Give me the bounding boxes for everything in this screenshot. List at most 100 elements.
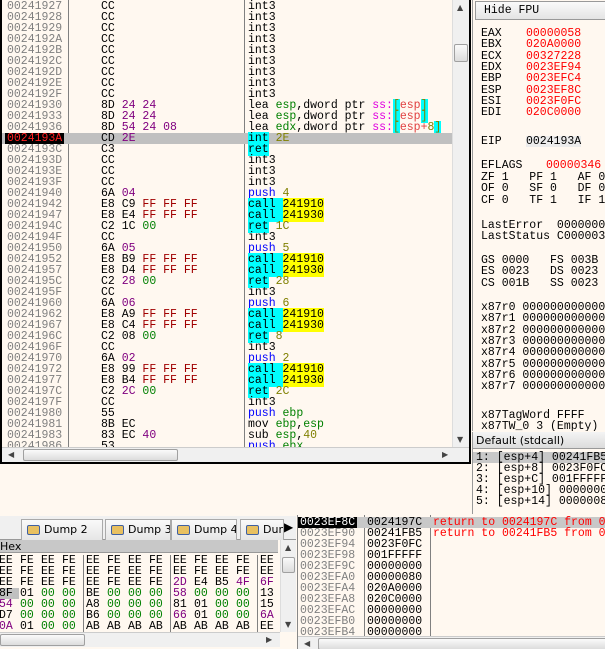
disasm-row[interactable]: 00241972 E8 99 FF FF FF call 241910 bbox=[2, 363, 453, 376]
hex-byte[interactable]: AB bbox=[86, 621, 106, 633]
disasm-row[interactable]: 0024194C C2 1C 00 ret 1C bbox=[2, 220, 453, 233]
register-name: EDI bbox=[481, 106, 502, 120]
register-value[interactable]: 0023EF8C bbox=[526, 84, 581, 96]
disasm-row[interactable]: 0024193C C3 ret bbox=[2, 143, 453, 156]
hex-byte[interactable]: AB bbox=[149, 621, 169, 633]
scroll-thumb[interactable] bbox=[23, 449, 178, 461]
disasm-vertical-scrollbar[interactable]: ▲ ▼ bbox=[452, 0, 469, 447]
group-divider bbox=[170, 621, 171, 632]
flags-line[interactable]: OF 0 SF 0 DF 0 bbox=[481, 183, 605, 195]
dump-vertical-scrollbar[interactable]: ▲ ▼ bbox=[280, 540, 296, 632]
scroll-up-icon[interactable]: ▲ bbox=[457, 3, 463, 12]
disasm-row[interactable]: 00241947 E8 E4 FF FF FF call 241930 bbox=[2, 209, 453, 222]
disasm-row[interactable]: 0024196F CC int3 bbox=[2, 342, 453, 354]
disassembly-view[interactable]: 00241927 CC int3 00241928 CC int3 00241929 CC in… bbox=[0, 0, 471, 464]
hex-byte[interactable]: AB bbox=[107, 621, 127, 633]
stack-horizontal-scrollbar[interactable]: ◀ bbox=[298, 636, 605, 649]
hex-byte[interactable]: 01 bbox=[20, 621, 40, 633]
scroll-left-icon[interactable]: ◀ bbox=[304, 639, 310, 648]
scroll-down-icon[interactable]: ▼ bbox=[457, 435, 463, 444]
tab-label: Dump 2 bbox=[44, 523, 88, 536]
disasm-row[interactable]: 00241960 6A 06 push 6 bbox=[2, 298, 453, 310]
hex-byte[interactable]: AB bbox=[215, 621, 235, 633]
disasm-row[interactable]: 0024192E CC int3 bbox=[2, 78, 453, 90]
hex-dump-view[interactable]: Hex EEFEEEFEEEFEEEFEEEFEEEFEEEFEEEFEEEFE… bbox=[0, 540, 296, 649]
hex-byte[interactable]: EE bbox=[260, 621, 280, 633]
disasm-row[interactable]: 0024193D CC int3 bbox=[2, 155, 453, 167]
stack-comment: return to 00241FB5 from 0024197C bbox=[433, 527, 605, 540]
group-divider bbox=[257, 566, 258, 577]
register-value[interactable]: 00327228 bbox=[526, 50, 581, 62]
disasm-row[interactable]: 00241967 E8 C4 FF FF FF call 241930 bbox=[2, 319, 453, 332]
disasm-horizontal-scrollbar[interactable]: ◀ ▶ bbox=[2, 447, 469, 462]
disasm-row[interactable]: 0024192D CC int3 bbox=[2, 67, 453, 79]
register-value[interactable]: 00000346 bbox=[546, 160, 601, 172]
disasm-row[interactable]: 0024192C CC int3 bbox=[2, 56, 453, 68]
disasm-row[interactable]: 00241962 E8 A9 FF FF FF call 241910 bbox=[2, 308, 453, 321]
hex-byte[interactable]: AB bbox=[173, 621, 193, 633]
register-name: EIP bbox=[481, 135, 502, 148]
disasm-row[interactable]: 00241957 E8 D4 FF FF FF call 241930 bbox=[2, 264, 453, 277]
scroll-left-icon[interactable]: ◀ bbox=[8, 450, 14, 459]
disasm-row[interactable]: 0024192B CC int3 bbox=[2, 45, 453, 57]
tab-dump-2[interactable]: Dump 2 bbox=[21, 519, 103, 540]
disasm-row[interactable]: 00241981 8B EC mov ebp,esp bbox=[2, 419, 453, 431]
scroll-down-icon[interactable]: ▼ bbox=[285, 620, 291, 629]
disasm-row[interactable]: 0024192A CC int3 bbox=[2, 34, 453, 46]
disasm-row[interactable]: 00241977 E8 B4 FF FF FF call 241930 bbox=[2, 374, 453, 387]
scroll-thumb[interactable] bbox=[0, 634, 85, 646]
scroll-up-icon[interactable]: ▲ bbox=[285, 543, 291, 552]
tab-scroll-right-icon[interactable]: ▶ bbox=[284, 520, 293, 534]
disasm-row[interactable]: 00241950 6A 05 push 5 bbox=[2, 243, 453, 255]
disasm-row[interactable]: 00241929 CC int3 bbox=[2, 23, 453, 35]
disasm-row[interactable]: 0024194F CC int3 bbox=[2, 232, 453, 244]
disasm-row[interactable]: 0024193F CC int3 bbox=[2, 177, 453, 189]
disasm-row[interactable]: 0024195F CC int3 bbox=[2, 287, 453, 299]
group-divider bbox=[83, 577, 84, 588]
tab-dump-4[interactable]: Dump 4 bbox=[171, 519, 237, 540]
hex-byte[interactable]: 0A bbox=[0, 621, 19, 633]
stack-view[interactable]: 0023EF8C 0024197C return to 0024197C from … bbox=[297, 515, 605, 649]
disasm-row[interactable]: 00241928 CC int3 bbox=[2, 12, 453, 24]
x87-register: x87r1 0000000000000000 bbox=[481, 312, 605, 326]
group-divider bbox=[170, 555, 171, 566]
argument-row[interactable]: 5: [esp+14] 00000080 bbox=[473, 496, 605, 508]
calling-convention-select[interactable]: Default (stdcall) bbox=[473, 432, 605, 449]
scroll-thumb[interactable] bbox=[454, 44, 468, 62]
scroll-right-icon[interactable]: ▶ bbox=[266, 635, 272, 644]
disasm-row[interactable]: 00241970 6A 02 push 2 bbox=[2, 353, 453, 365]
hex-byte[interactable]: AB bbox=[194, 621, 214, 633]
group-divider bbox=[170, 577, 171, 588]
disasm-row[interactable]: 00241927 CC int3 bbox=[2, 1, 453, 13]
disasm-row[interactable]: 00241952 E8 B9 FF FF FF call 241910 bbox=[2, 253, 453, 266]
tab-dump-5[interactable]: Dump 5 bbox=[240, 519, 284, 540]
disasm-row[interactable]: 0024195C C2 28 00 ret 28 bbox=[2, 275, 453, 288]
hide-fpu-button[interactable]: Hide FPU bbox=[475, 1, 605, 20]
group-divider bbox=[257, 588, 258, 599]
disasm-row[interactable]: 0024193A CD 2E int 2E bbox=[2, 132, 453, 145]
flags-line[interactable]: CF 0 TF 1 IF 1 bbox=[481, 194, 605, 206]
disasm-row[interactable]: 00241980 55 push ebp bbox=[2, 408, 453, 420]
hex-byte[interactable]: 00 bbox=[41, 621, 61, 633]
disasm-row[interactable]: 00241936 8D 54 24 08 lea edx,dword ptr ss:… bbox=[2, 121, 453, 134]
hex-byte[interactable]: AB bbox=[236, 621, 256, 633]
hex-byte[interactable]: AB bbox=[128, 621, 148, 633]
register-value[interactable]: 020C0000 bbox=[526, 107, 581, 119]
scroll-thumb[interactable] bbox=[282, 557, 295, 573]
scroll-right-icon[interactable]: ▶ bbox=[442, 450, 448, 459]
disasm-row[interactable]: 0024193E CC int3 bbox=[2, 166, 453, 178]
tab-label: Dump 4 bbox=[194, 523, 237, 536]
dump-horizontal-scrollbar[interactable]: ▶ bbox=[0, 632, 280, 647]
disasm-row[interactable]: 0024196C C2 08 00 ret 8 bbox=[2, 330, 453, 343]
disasm-row[interactable]: 00241940 6A 04 push 4 bbox=[2, 188, 453, 200]
register-value[interactable]: 020A0000 bbox=[526, 39, 581, 51]
disasm-row[interactable]: 00241983 83 EC 40 sub esp,40 bbox=[2, 430, 453, 442]
disasm-row[interactable]: 0024197F CC int3 bbox=[2, 397, 453, 409]
disasm-row[interactable]: 0024197C C2 2C 00 ret 2C bbox=[2, 385, 453, 398]
register-value[interactable]: 0023EFC4 bbox=[526, 73, 581, 85]
disasm-row[interactable]: 00241942 E8 C9 FF FF FF call 241910 bbox=[2, 198, 453, 211]
register-value[interactable]: 0024193A bbox=[526, 136, 582, 147]
hex-byte[interactable]: 00 bbox=[62, 621, 82, 633]
tab-dump-3[interactable]: Dump 3 bbox=[105, 519, 171, 540]
scroll-thumb[interactable] bbox=[318, 638, 605, 649]
